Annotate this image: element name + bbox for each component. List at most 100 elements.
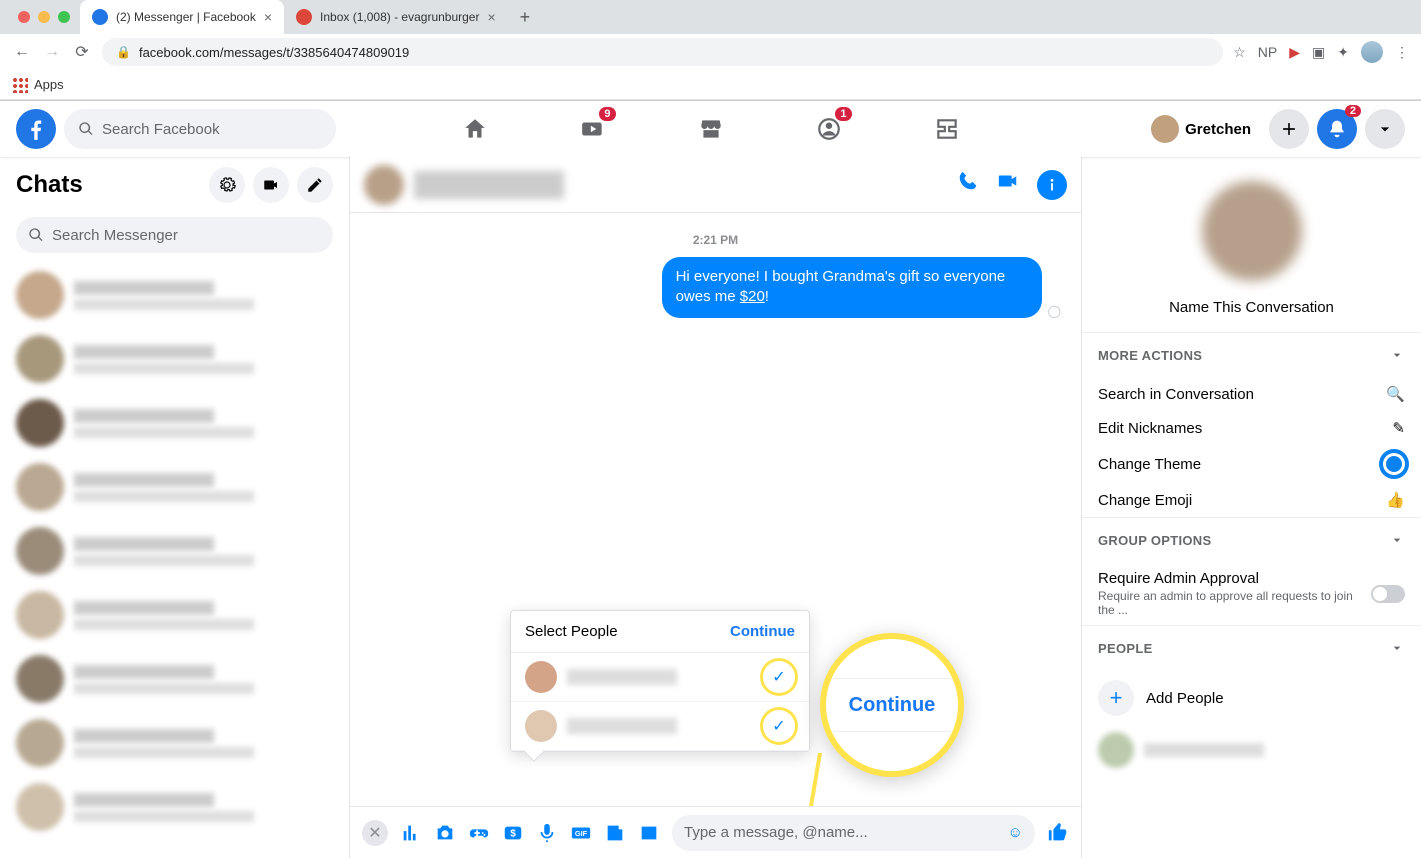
search-facebook-input[interactable]: Search Facebook [64,109,336,149]
camera-icon[interactable] [434,822,456,844]
nav-marketplace[interactable] [656,105,766,153]
search-in-conversation[interactable]: Search in Conversation 🔍 [1082,377,1421,411]
microphone-icon[interactable] [536,822,558,844]
person-row[interactable]: ✓ [511,653,809,702]
nav-watch[interactable]: 9 [538,105,648,153]
profile-avatar-icon[interactable] [1361,41,1383,63]
notifications-button[interactable]: 2 [1317,109,1357,149]
extension-np-icon[interactable]: NP [1258,44,1277,60]
new-tab-button[interactable]: + [508,7,543,28]
callout-connector [790,753,830,806]
sticker-icon[interactable] [604,822,626,844]
sent-message-row: Hi everyone! I bought Grandma's gift so … [370,257,1061,318]
notif-badge: 2 [1345,105,1361,117]
like-icon[interactable] [1047,822,1069,844]
poll-icon[interactable] [400,822,422,844]
image-icon[interactable] [638,822,660,844]
list-item[interactable] [8,583,341,647]
create-button[interactable] [1269,109,1309,149]
list-item[interactable] [8,455,341,519]
list-item[interactable] [8,327,341,391]
money-link[interactable]: $20 [740,288,765,305]
svg-text:$: $ [510,828,516,839]
thread-info-icon[interactable] [1037,170,1067,200]
back-icon[interactable]: ← [12,43,32,61]
message-input[interactable]: Type a message, @name... ☺ [672,815,1035,851]
require-admin-approval[interactable]: Require Admin Approval Require an admin … [1082,562,1421,625]
minimize-window-icon[interactable] [38,11,50,23]
message-bubble[interactable]: Hi everyone! I bought Grandma's gift so … [662,257,1042,318]
extension-icons: ☆ NP ▶ ▣ ✦ ⋮ [1233,41,1409,63]
checkmark-icon[interactable]: ✓ [763,710,795,742]
edit-nicknames[interactable]: Edit Nicknames ✎ [1082,411,1421,445]
conversation-list[interactable] [0,263,349,858]
browser-menu-icon[interactable]: ⋮ [1395,44,1409,61]
thread-avatar[interactable] [364,165,404,205]
apps-grid-icon[interactable] [12,77,28,93]
extension-icon[interactable]: ▣ [1312,44,1325,61]
chat-settings-button[interactable] [209,167,245,203]
payment-icon[interactable]: $ [502,822,524,844]
svg-text:GIF: GIF [575,828,588,837]
select-people-popup: Select People Continue ✓ ✓ [510,610,810,752]
tab-bar: (2) Messenger | Facebook × Inbox (1,008)… [0,0,1421,34]
section-group-options[interactable]: GROUP OPTIONS [1082,517,1421,562]
list-item[interactable] [8,263,341,327]
close-window-icon[interactable] [18,11,30,23]
profile-chip[interactable]: Gretchen [1147,111,1261,147]
close-tab-icon[interactable]: × [487,9,495,25]
browser-tab-messenger[interactable]: (2) Messenger | Facebook × [80,0,284,34]
name-conversation-button[interactable]: Name This Conversation [1098,299,1405,316]
browser-chrome: (2) Messenger | Facebook × Inbox (1,008)… [0,0,1421,101]
continue-button[interactable]: Continue [730,623,795,640]
list-item[interactable] [8,391,341,455]
checkmark-icon[interactable]: ✓ [763,661,795,693]
watch-badge: 9 [599,107,615,121]
games-icon[interactable] [468,822,490,844]
details-header: Name This Conversation [1082,157,1421,332]
account-menu-button[interactable] [1365,109,1405,149]
url-text: facebook.com/messages/t/3385640474809019 [139,45,409,60]
chevron-down-icon [1389,532,1405,548]
gif-icon[interactable]: GIF [570,822,592,844]
list-item[interactable] [8,775,341,839]
reload-icon[interactable]: ⟳ [72,42,92,62]
person-row[interactable]: ✓ [511,702,809,751]
section-people[interactable]: PEOPLE [1082,625,1421,670]
search-messenger-input[interactable]: Search Messenger [16,217,333,253]
header-right: Gretchen 2 [1147,109,1405,149]
chat-list-header: Chats [0,157,349,213]
person-row[interactable] [1082,726,1421,774]
compose-message-button[interactable] [297,167,333,203]
emoji-picker-icon[interactable]: ☺ [1008,824,1023,841]
nav-home[interactable] [420,105,530,153]
browser-tab-gmail[interactable]: Inbox (1,008) - evagrunburger × [284,0,508,34]
add-people-button[interactable]: + Add People [1082,670,1421,726]
apps-label[interactable]: Apps [34,77,64,92]
extension-icon[interactable]: ▶ [1289,44,1300,61]
group-avatar[interactable] [1202,181,1302,281]
list-item[interactable] [8,647,341,711]
close-tab-icon[interactable]: × [264,9,272,25]
close-attachments-icon[interactable]: ✕ [362,820,388,846]
nav-groups[interactable]: 1 [774,105,884,153]
new-video-chat-button[interactable] [253,167,289,203]
change-theme[interactable]: Change Theme [1082,445,1421,483]
toggle-switch[interactable] [1371,585,1405,603]
change-emoji[interactable]: Change Emoji 👍 [1082,483,1421,517]
extensions-menu-icon[interactable]: ✦ [1337,44,1349,61]
forward-icon[interactable]: → [42,43,62,61]
section-more-actions[interactable]: MORE ACTIONS [1082,332,1421,377]
star-icon[interactable]: ☆ [1233,44,1246,61]
list-item[interactable] [8,711,341,775]
video-call-icon[interactable] [997,170,1019,200]
url-field[interactable]: 🔒 facebook.com/messages/t/33856404748090… [102,38,1223,66]
tab-title: (2) Messenger | Facebook [116,10,256,24]
audio-call-icon[interactable] [957,170,979,200]
facebook-logo-icon[interactable] [16,109,56,149]
list-item[interactable] [8,519,341,583]
nav-gaming[interactable] [892,105,1002,153]
maximize-window-icon[interactable] [58,11,70,23]
window-controls[interactable] [8,11,80,23]
thread-title[interactable] [414,171,564,199]
